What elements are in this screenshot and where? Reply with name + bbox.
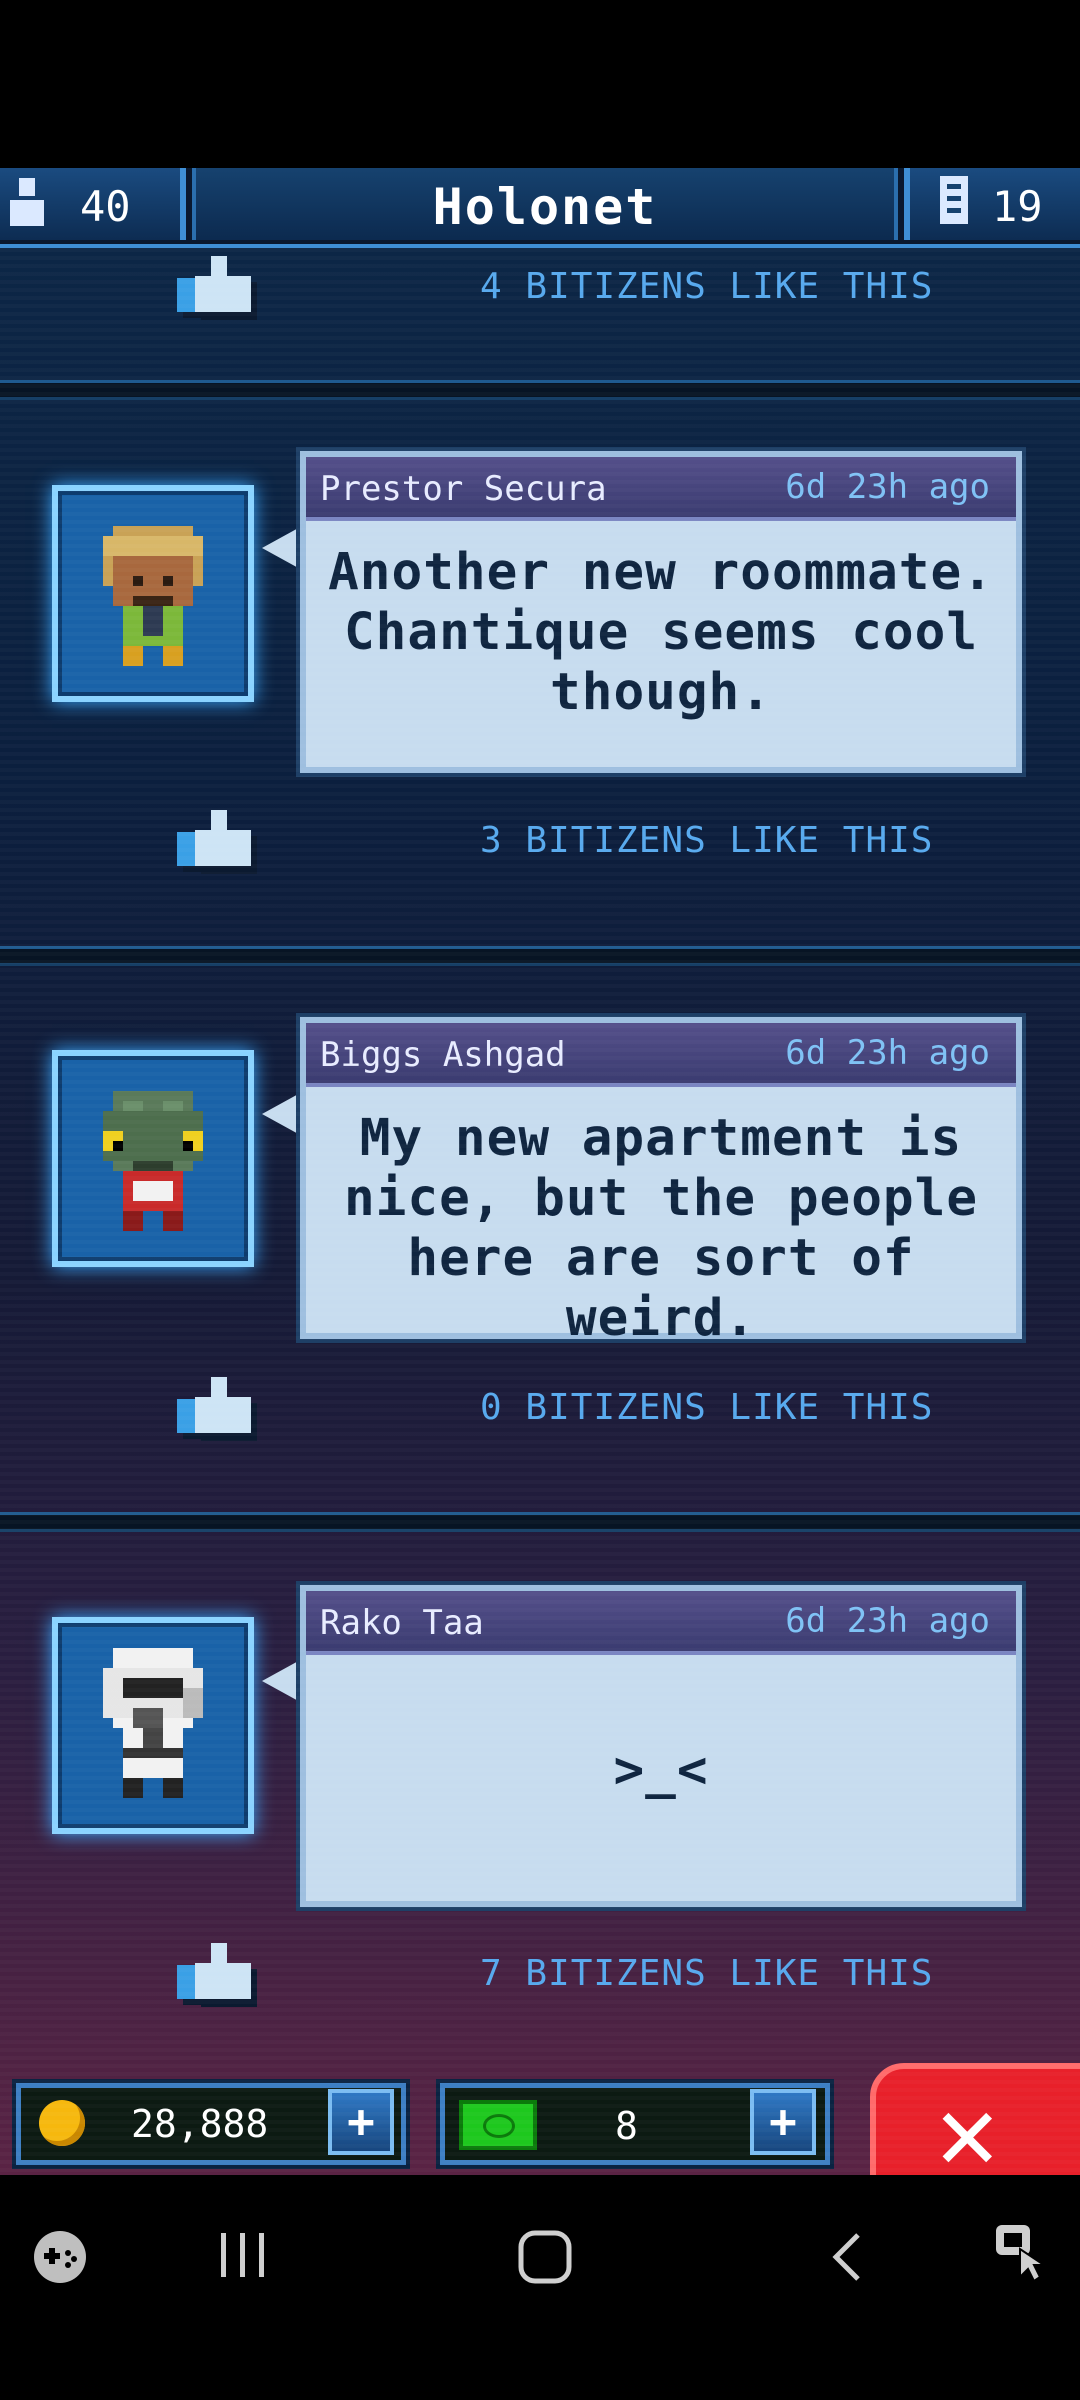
add-coins-button[interactable]: +	[328, 2089, 394, 2155]
message-bubble[interactable]: Rako Taa 6d 23h ago >_<	[300, 1585, 1022, 1907]
floor-count: 19	[992, 182, 1043, 231]
like-row: 7 BITIZENS LIKE THIS	[0, 1941, 1080, 2011]
system-navigation-bar	[0, 2175, 1080, 2400]
sender-name[interactable]: Rako Taa	[320, 1603, 484, 1643]
bitizen-avatar-icon	[103, 526, 203, 666]
sender-name[interactable]: Biggs Ashgad	[320, 1035, 566, 1075]
message-text: >_<	[613, 1741, 709, 1800]
game-launcher-icon[interactable]	[30, 2227, 90, 2287]
avatar[interactable]	[52, 1617, 254, 1834]
floor-counter[interactable]: 19	[904, 168, 1080, 240]
bitizen-icon	[8, 178, 46, 228]
timestamp: 6d 23h ago	[785, 1033, 990, 1073]
accessibility-touch-icon[interactable]	[990, 2219, 1050, 2285]
likes-count: 0 BITIZENS LIKE THIS	[480, 1387, 934, 1428]
avatar[interactable]	[52, 1050, 254, 1267]
population-counter[interactable]: 40	[0, 168, 186, 240]
thumbs-up-icon[interactable]	[175, 254, 265, 324]
bitizen-avatar-icon	[103, 1091, 203, 1231]
thumbs-up-icon[interactable]	[175, 1375, 265, 1445]
message-bubble[interactable]: Prestor Secura 6d 23h ago Another new ro…	[300, 451, 1022, 773]
add-bux-button[interactable]: +	[750, 2089, 816, 2155]
divider	[0, 946, 1080, 966]
close-button[interactable]: ✕	[870, 2063, 1080, 2175]
like-row: 3 BITIZENS LIKE THIS	[0, 808, 1080, 878]
bottom-bar: 28,888 + 8 + ✕	[0, 2063, 1080, 2175]
speech-tail	[262, 1659, 302, 1703]
home-icon[interactable]	[515, 2227, 575, 2287]
message-header: Biggs Ashgad 6d 23h ago	[306, 1023, 1016, 1087]
bitizen-avatar-icon	[103, 1648, 203, 1798]
population-count: 40	[80, 182, 131, 231]
coin-icon	[39, 2100, 85, 2146]
back-icon[interactable]	[822, 2227, 872, 2287]
title-panel: Holonet	[192, 168, 898, 240]
holonet-screen: 40 Holonet 19 4 BITIZENS LIKE THIS Prest…	[0, 168, 1080, 2175]
message-bubble[interactable]: Biggs Ashgad 6d 23h ago My new apartment…	[300, 1017, 1022, 1348]
timestamp: 6d 23h ago	[785, 1601, 990, 1641]
page-title: Holonet	[432, 178, 658, 236]
speech-tail	[262, 526, 302, 570]
timestamp: 6d 23h ago	[785, 467, 990, 507]
coin-count: 28,888	[131, 2102, 269, 2146]
message-text: Another new roommate. Chantique seems co…	[328, 543, 994, 722]
divider	[0, 1512, 1080, 1532]
recent-apps-icon[interactable]	[215, 2227, 271, 2283]
like-row: 0 BITIZENS LIKE THIS	[0, 1375, 1080, 1445]
bux-icon	[459, 2100, 537, 2150]
speech-tail	[262, 1092, 302, 1136]
message-header: Prestor Secura 6d 23h ago	[306, 457, 1016, 521]
divider	[0, 380, 1080, 400]
likes-count: 7 BITIZENS LIKE THIS	[480, 1953, 934, 1994]
thumbs-up-icon[interactable]	[175, 1941, 265, 2011]
likes-count: 3 BITIZENS LIKE THIS	[480, 820, 934, 861]
avatar[interactable]	[52, 485, 254, 702]
likes-count: 4 BITIZENS LIKE THIS	[480, 266, 934, 307]
close-icon: ✕	[936, 2071, 999, 2175]
floor-icon	[940, 176, 968, 224]
bux-count: 8	[615, 2104, 638, 2148]
top-header: 40 Holonet 19	[0, 168, 1080, 248]
sender-name[interactable]: Prestor Secura	[320, 469, 607, 509]
message-text: My new apartment is nice, but the people…	[343, 1109, 979, 1348]
message-header: Rako Taa 6d 23h ago	[306, 1591, 1016, 1655]
like-row: 4 BITIZENS LIKE THIS	[0, 254, 1080, 324]
thumbs-up-icon[interactable]	[175, 808, 265, 878]
